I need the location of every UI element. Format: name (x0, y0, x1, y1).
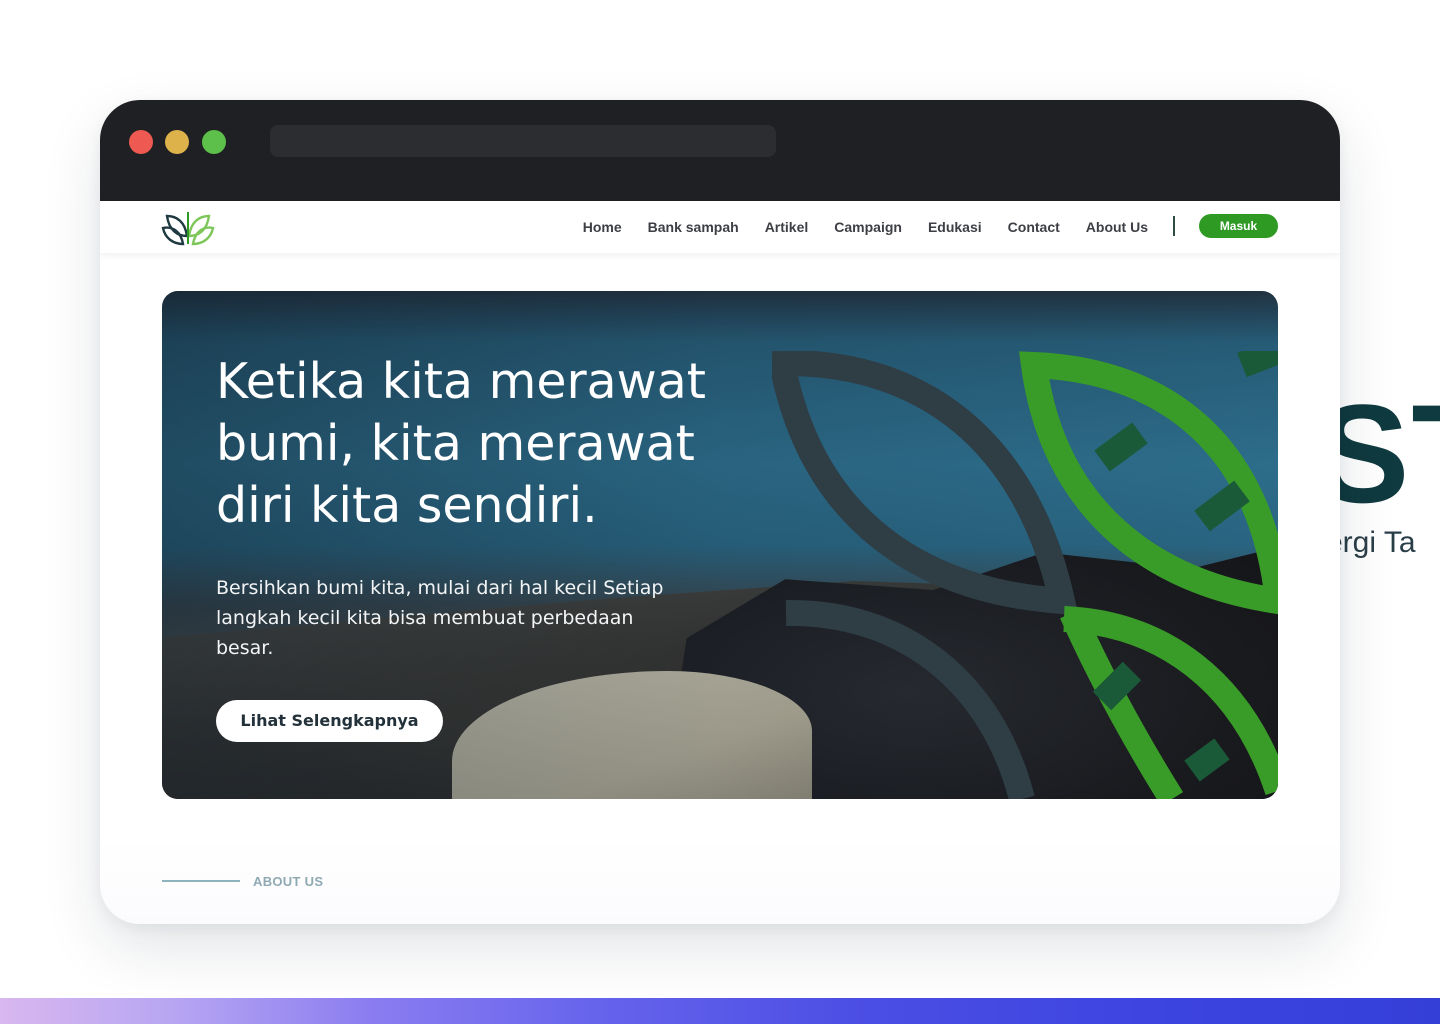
learn-more-button[interactable]: Lihat Selengkapnya (216, 700, 443, 742)
hero-banner: Ketika kita merawat bumi, kita merawat d… (162, 291, 1278, 799)
nav-artikel[interactable]: Artikel (765, 219, 809, 235)
address-bar[interactable] (270, 125, 776, 157)
hero-headline: Ketika kita merawat bumi, kita merawat d… (216, 353, 706, 534)
site-navbar: Home Bank sampah Artikel Campaign Edukas… (100, 201, 1340, 253)
nav-bank-sampah[interactable]: Bank sampah (648, 219, 739, 235)
nav-links: Home Bank sampah Artikel Campaign Edukas… (583, 201, 1148, 253)
nav-edukasi[interactable]: Edukasi (928, 219, 982, 235)
screenshot-canvas: STA ergi Ta Home Bank sampah Artikel Cam… (0, 0, 1440, 1024)
browser-title-bar (100, 100, 1340, 201)
maximize-window-button[interactable] (202, 130, 226, 154)
leaf-ring-graphic (772, 351, 1278, 799)
about-section-label: ABOUT US (253, 874, 324, 889)
nav-about-us[interactable]: About Us (1086, 219, 1148, 235)
nav-contact[interactable]: Contact (1008, 219, 1060, 235)
hero-subtitle: Bersihkan bumi kita, mulai dari hal keci… (216, 577, 664, 659)
browser-window: Home Bank sampah Artikel Campaign Edukas… (100, 100, 1340, 924)
close-window-button[interactable] (129, 130, 153, 154)
login-button[interactable]: Masuk (1199, 214, 1278, 238)
minimize-window-button[interactable] (165, 130, 189, 154)
nav-campaign[interactable]: Campaign (834, 219, 902, 235)
bottom-gradient-strip (0, 998, 1440, 1024)
nav-divider (1173, 216, 1175, 236)
nav-home[interactable]: Home (583, 219, 622, 235)
logo-leaf-icon[interactable] (161, 208, 215, 246)
about-divider-line (162, 880, 240, 882)
